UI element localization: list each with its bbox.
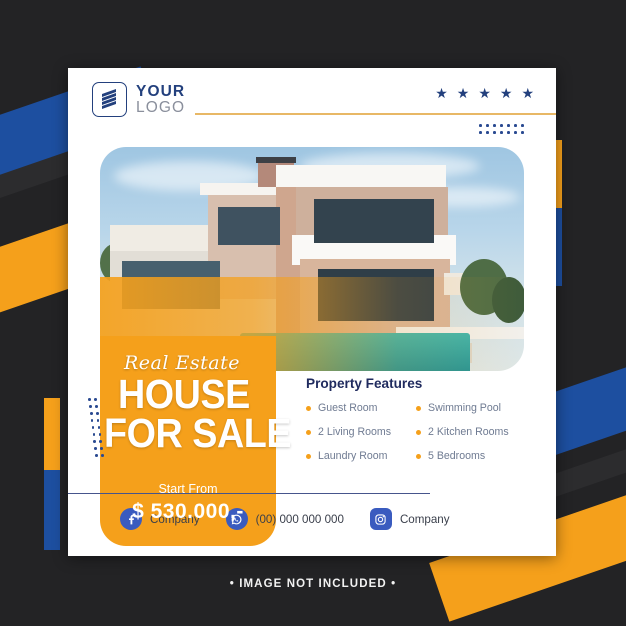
header-divider bbox=[195, 113, 556, 115]
bullet-icon bbox=[416, 405, 421, 411]
feature-item: 2 Kitchen Rooms bbox=[416, 426, 534, 438]
price-caption: Start From bbox=[158, 482, 218, 496]
stripes-logo-icon bbox=[92, 82, 127, 117]
headline-line-1: HOUSE bbox=[118, 371, 250, 417]
window-glass bbox=[314, 199, 434, 243]
house-roof-slab bbox=[276, 165, 446, 187]
bullet-icon bbox=[306, 453, 311, 459]
star-icon: ★ bbox=[456, 85, 470, 101]
window-glass bbox=[218, 207, 280, 245]
logo[interactable]: YOUR LOGO bbox=[92, 82, 185, 117]
feature-label: 2 Kitchen Rooms bbox=[428, 426, 509, 438]
headline-block: Real Estate HOUSE FOR SALE bbox=[104, 352, 356, 457]
logo-text: YOUR LOGO bbox=[136, 82, 186, 116]
price-amount: $ 530.000,- bbox=[132, 500, 244, 523]
rating-stars: ★ ★ ★ ★ ★ bbox=[435, 86, 534, 100]
star-icon: ★ bbox=[499, 85, 513, 101]
feature-label: Swimming Pool bbox=[428, 402, 502, 414]
bullet-icon bbox=[416, 453, 421, 459]
contact-label: Company bbox=[399, 512, 450, 526]
feature-item: 5 Bedrooms bbox=[416, 450, 534, 462]
card-header: YOUR LOGO ★ ★ ★ ★ ★ bbox=[68, 68, 556, 134]
bullet-icon bbox=[416, 429, 421, 435]
flyer-card: YOUR LOGO ★ ★ ★ ★ ★ Real Estate HOUSE FO… bbox=[68, 68, 556, 556]
accent-bar-blue-left bbox=[44, 470, 60, 550]
star-icon: ★ bbox=[478, 85, 491, 101]
image-not-included-caption: • IMAGE NOT INCLUDED • bbox=[229, 578, 397, 590]
feature-item: Swimming Pool bbox=[416, 402, 534, 414]
logo-line-1: YOUR bbox=[136, 82, 186, 100]
star-icon: ★ bbox=[435, 85, 448, 101]
instagram-icon[interactable] bbox=[369, 508, 392, 530]
logo-line-2: LOGO bbox=[136, 99, 186, 116]
contact-instagram[interactable]: Company bbox=[369, 508, 450, 530]
house-chimney-cap bbox=[256, 157, 296, 163]
decor-dot-grid bbox=[479, 124, 528, 138]
feature-label: 5 Bedrooms bbox=[428, 450, 486, 462]
accent-bar-orange-left bbox=[44, 398, 60, 476]
star-icon: ★ bbox=[521, 85, 534, 101]
headline-line-2: FOR SALE bbox=[104, 410, 292, 457]
